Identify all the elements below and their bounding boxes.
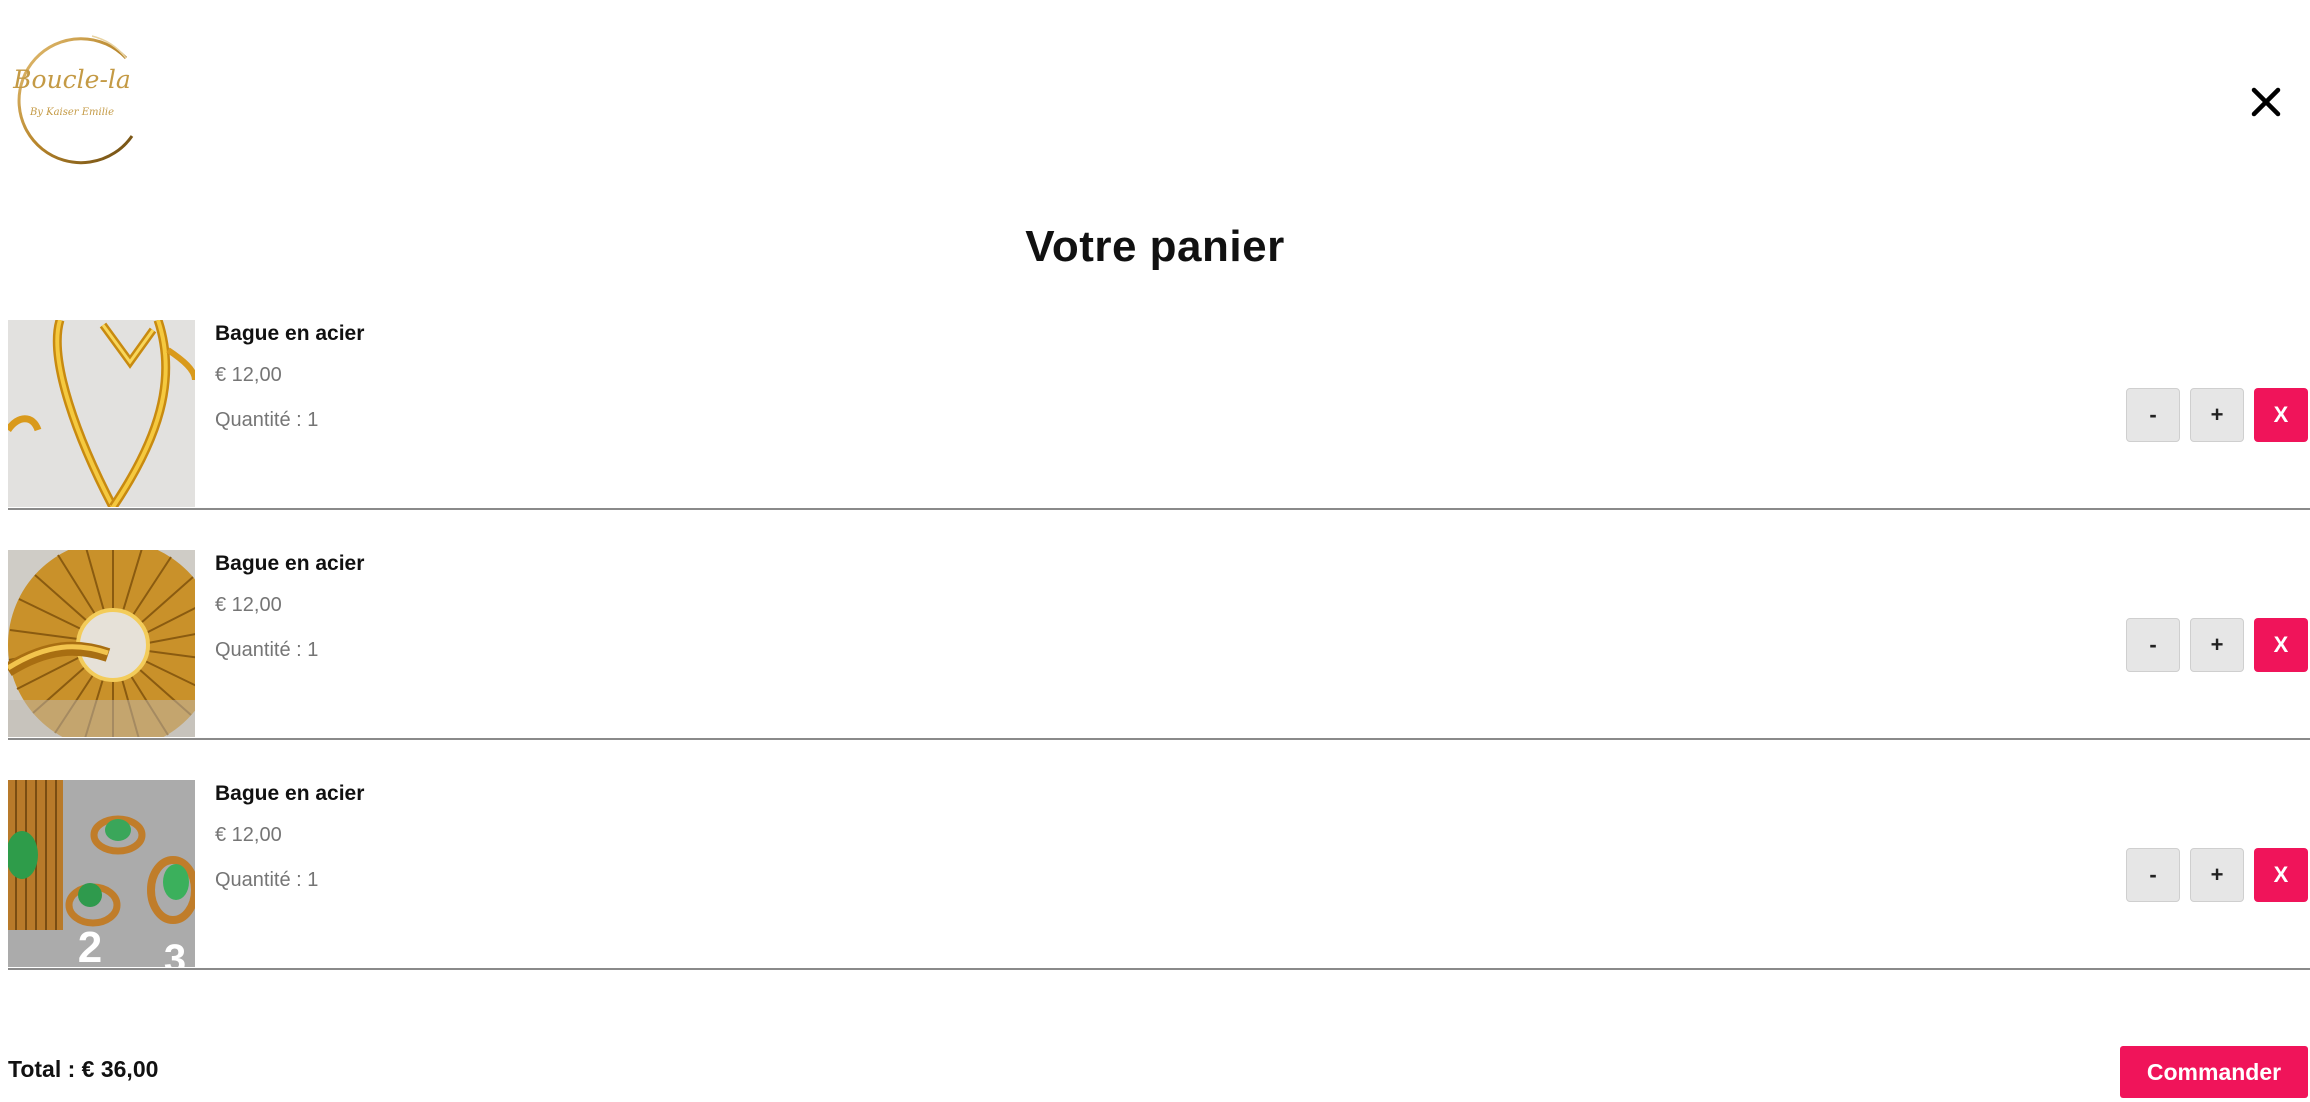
item-price: € 12,00 bbox=[215, 364, 282, 386]
item-price: € 12,00 bbox=[215, 824, 282, 846]
item-quantity: Quantité : 1 bbox=[215, 409, 319, 431]
product-image-heart-ring[interactable] bbox=[8, 320, 195, 507]
cart-item-list: Bague en acier € 12,00 Quantité : 1 - + … bbox=[8, 320, 2310, 1010]
page-title: Votre panier bbox=[1025, 222, 1285, 271]
item-actions: - + X bbox=[2126, 618, 2308, 672]
decrease-quantity-button[interactable]: - bbox=[2126, 848, 2180, 902]
item-info: Bague en acier € 12,00 Quantité : 1 bbox=[215, 782, 364, 892]
decrease-quantity-button[interactable]: - bbox=[2126, 618, 2180, 672]
item-price: € 12,00 bbox=[215, 594, 282, 616]
remove-item-button[interactable]: X bbox=[2254, 618, 2308, 672]
item-actions: - + X bbox=[2126, 848, 2308, 902]
svg-text:Boucle-la: Boucle-la bbox=[12, 65, 131, 94]
item-name: Bague en acier bbox=[215, 782, 365, 805]
brand-logo[interactable]: Boucle-la By Kaiser Emilie bbox=[8, 28, 138, 166]
item-actions: - + X bbox=[2126, 388, 2308, 442]
item-name: Bague en acier bbox=[215, 552, 365, 575]
item-info: Bague en acier € 12,00 Quantité : 1 bbox=[215, 552, 364, 662]
item-quantity: Quantité : 1 bbox=[215, 869, 319, 891]
svg-text:3: 3 bbox=[164, 937, 186, 967]
increase-quantity-button[interactable]: + bbox=[2190, 388, 2244, 442]
item-quantity: Quantité : 1 bbox=[215, 639, 319, 661]
cart-item: 2 3 Bague en acier € 12,00 Quantité : 1 … bbox=[8, 780, 2310, 970]
close-icon bbox=[2251, 87, 2281, 117]
remove-item-button[interactable]: X bbox=[2254, 848, 2308, 902]
product-image-green-stone-rings[interactable]: 2 3 bbox=[8, 780, 195, 967]
remove-item-button[interactable]: X bbox=[2254, 388, 2308, 442]
close-cart-button[interactable] bbox=[2248, 84, 2284, 120]
item-info: Bague en acier € 12,00 Quantité : 1 bbox=[215, 322, 364, 432]
product-image-sun-ring[interactable] bbox=[8, 550, 195, 737]
svg-text:2: 2 bbox=[78, 923, 102, 967]
increase-quantity-button[interactable]: + bbox=[2190, 618, 2244, 672]
cart-total: Total : € 36,00 bbox=[8, 1056, 159, 1082]
order-button[interactable]: Commander bbox=[2120, 1046, 2308, 1098]
decrease-quantity-button[interactable]: - bbox=[2126, 388, 2180, 442]
item-name: Bague en acier bbox=[215, 322, 365, 345]
cart-item: Bague en acier € 12,00 Quantité : 1 - + … bbox=[8, 550, 2310, 740]
cart-page: Boucle-la By Kaiser Emilie Votre panier bbox=[0, 0, 2310, 1102]
increase-quantity-button[interactable]: + bbox=[2190, 848, 2244, 902]
svg-text:By Kaiser Emilie: By Kaiser Emilie bbox=[29, 107, 114, 118]
cart-item: Bague en acier € 12,00 Quantité : 1 - + … bbox=[8, 320, 2310, 510]
